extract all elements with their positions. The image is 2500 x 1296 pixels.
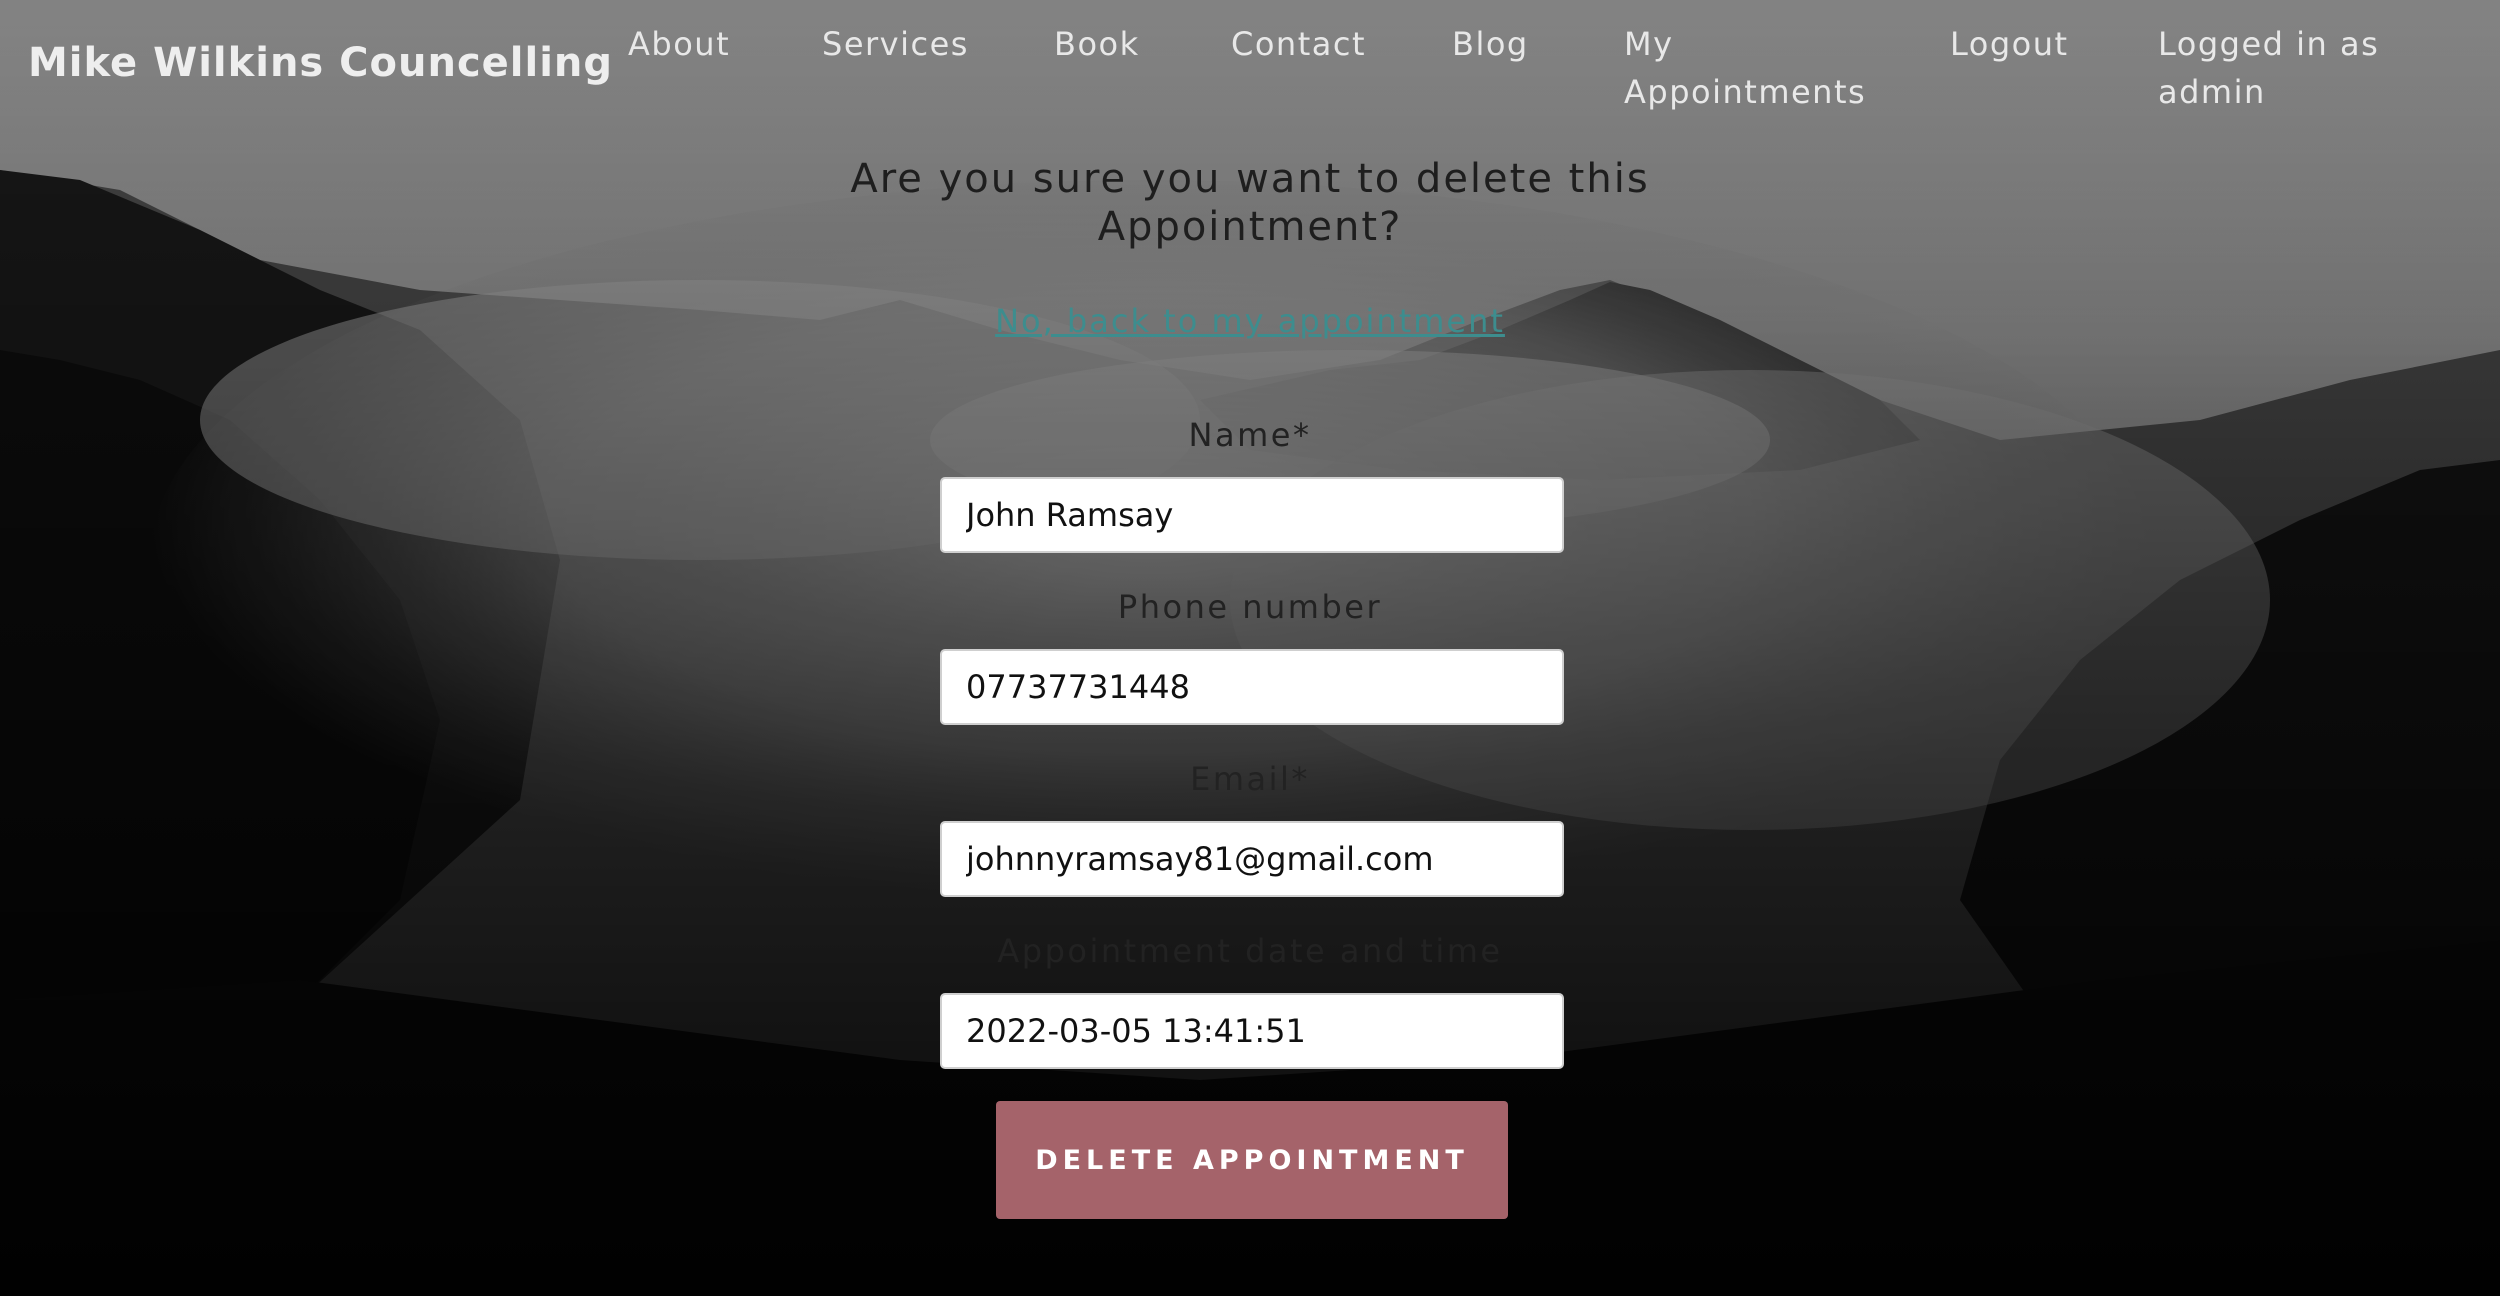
- nav-services[interactable]: Services: [822, 20, 969, 68]
- nav-about[interactable]: About: [628, 20, 730, 68]
- phone-field[interactable]: [940, 649, 1564, 725]
- nav-my-appointments[interactable]: My Appointments: [1624, 20, 1866, 116]
- nav-my-appointments-line1: My: [1624, 25, 1674, 63]
- datetime-label: Appointment date and time: [997, 932, 1503, 970]
- confirm-question: Are you sure you want to delete this App…: [850, 155, 1650, 251]
- navbar: Mike Wilkins Councelling About Services …: [0, 0, 2500, 140]
- nav-book[interactable]: Book: [1054, 20, 1140, 68]
- nav-contact[interactable]: Contact: [1231, 20, 1366, 68]
- logged-in-user: admin: [2158, 73, 2266, 111]
- page: Mike Wilkins Councelling About Services …: [0, 0, 2500, 1296]
- phone-label: Phone number: [1117, 588, 1383, 626]
- nav-blog[interactable]: Blog: [1452, 20, 1529, 68]
- confirm-question-line1: Are you sure you want to delete this: [850, 156, 1650, 202]
- logged-in-status: Logged in as admin: [2158, 20, 2379, 116]
- back-to-appointment-link[interactable]: No, back to my appointment: [950, 302, 1550, 340]
- name-field[interactable]: [940, 477, 1564, 553]
- name-label: Name*: [1188, 416, 1312, 454]
- logged-in-line1: Logged in as: [2158, 25, 2380, 63]
- delete-appointment-form: Are you sure you want to delete this App…: [0, 0, 2500, 1296]
- nav-my-appointments-line2: Appointments: [1624, 73, 1867, 111]
- nav-logout[interactable]: Logout: [1950, 20, 2069, 68]
- email-field[interactable]: [940, 821, 1564, 897]
- email-label: Email*: [1190, 760, 1310, 798]
- datetime-field[interactable]: [940, 993, 1564, 1069]
- brand-logo[interactable]: Mike Wilkins Councelling: [28, 40, 613, 86]
- delete-appointment-button[interactable]: DELETE APPOINTMENT: [996, 1101, 1508, 1219]
- confirm-question-line2: Appointment?: [1097, 204, 1403, 250]
